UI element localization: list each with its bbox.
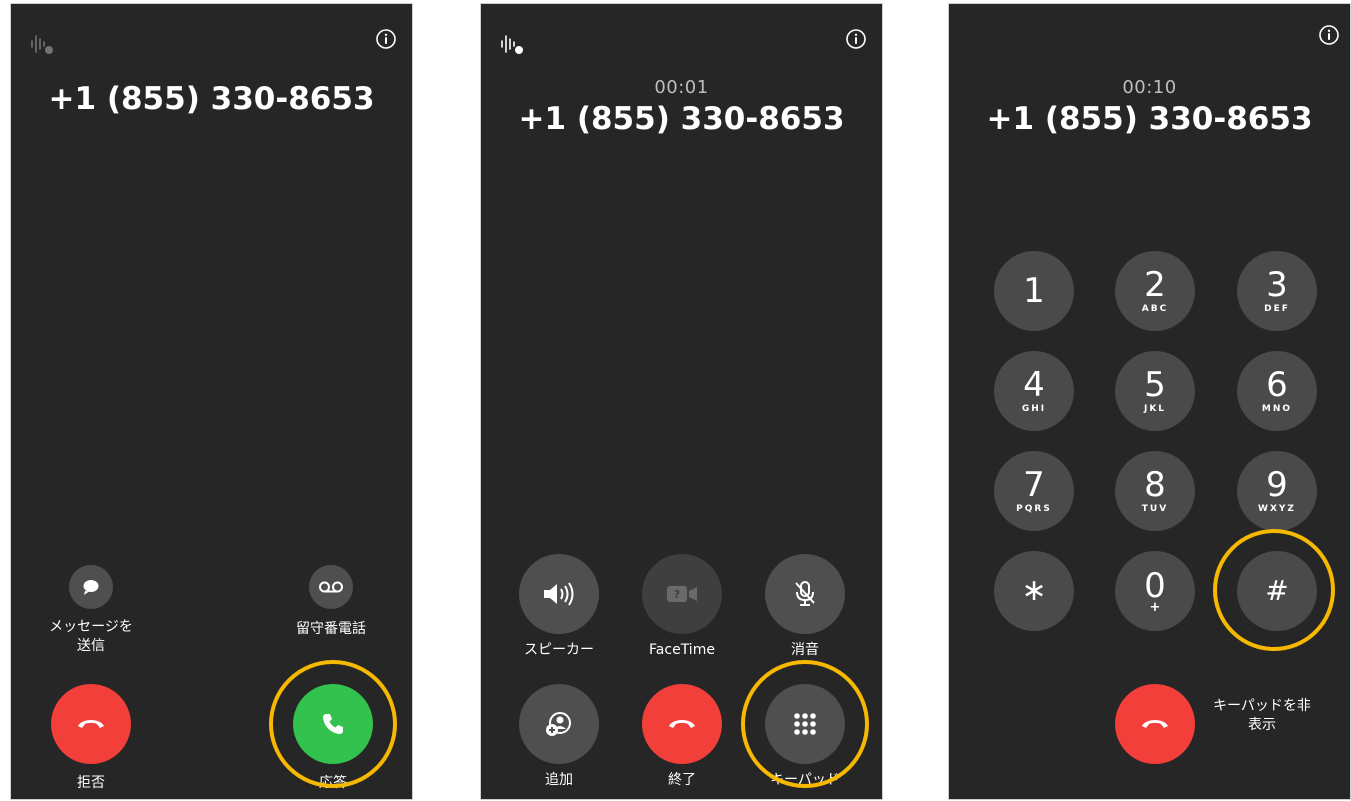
key-8[interactable]: 8 TUV: [1115, 451, 1195, 531]
mute-label: 消音: [791, 642, 819, 658]
accept-label: 応答: [319, 775, 347, 791]
decline-button[interactable]: [51, 684, 131, 764]
key-digit: 9: [1266, 465, 1288, 505]
key-4[interactable]: 4 GHI: [994, 351, 1074, 431]
key-0[interactable]: 0 +: [1115, 551, 1195, 631]
call-timer: 00:10: [1122, 77, 1177, 98]
hide-keypad-button[interactable]: キーパッドを非 表示: [1202, 697, 1322, 735]
keypad-grid-icon: [794, 713, 816, 735]
voicemail-icon: [319, 581, 343, 593]
key-9[interactable]: 9 WXYZ: [1237, 451, 1317, 531]
keypad-button[interactable]: [765, 684, 845, 764]
key-digit: 4: [1023, 365, 1045, 405]
speaker-icon: [544, 582, 574, 606]
add-call-button[interactable]: [519, 684, 599, 764]
info-icon[interactable]: [845, 28, 867, 50]
audio-wave-icon: [31, 35, 53, 54]
add-contact-icon: [546, 712, 571, 736]
info-icon[interactable]: [375, 28, 397, 50]
send-message-button[interactable]: [69, 565, 113, 609]
phone-icon: [323, 714, 343, 734]
key-digit: 1: [1023, 271, 1045, 311]
mute-button[interactable]: [765, 554, 845, 634]
end-call-label: 終了: [668, 772, 696, 788]
key-letters: MNO: [1261, 404, 1293, 414]
add-call-label: 追加: [545, 772, 573, 788]
hang-up-icon: [669, 720, 695, 728]
caller-number: +1 (855) 330-8653: [48, 81, 375, 117]
key-digit: 0: [1144, 566, 1166, 606]
message-bubble-icon: [83, 580, 99, 595]
key-letters: ABC: [1141, 304, 1169, 314]
key-digit: ∗: [1021, 573, 1047, 608]
key-letters: TUV: [1141, 504, 1169, 514]
keypad-label: キーパッド: [770, 772, 840, 788]
speaker-button[interactable]: [519, 554, 599, 634]
key-letters: WXYZ: [1258, 504, 1296, 514]
facetime-button[interactable]: ?: [642, 554, 722, 634]
key-digit: 6: [1266, 365, 1288, 405]
facetime-camera-icon: ?: [667, 586, 697, 602]
caller-number: +1 (855) 330-8653: [986, 101, 1313, 137]
keypad-screen: 00:10 +1 (855) 330-8653 1 2 ABC 3 DEF 4 …: [948, 3, 1351, 800]
key-digit: 3: [1266, 265, 1288, 305]
info-icon[interactable]: [1318, 24, 1340, 46]
key-5[interactable]: 5 JKL: [1115, 351, 1195, 431]
key-digit: 7: [1023, 465, 1045, 505]
key-6[interactable]: 6 MNO: [1237, 351, 1317, 431]
key-7[interactable]: 7 PQRS: [994, 451, 1074, 531]
hang-up-icon: [1142, 720, 1168, 728]
end-call-button[interactable]: [642, 684, 722, 764]
send-message-label: メッセージを 送信: [49, 619, 133, 654]
audio-wave-icon: [501, 35, 523, 54]
key-2[interactable]: 2 ABC: [1115, 251, 1195, 331]
call-timer: 00:01: [654, 77, 709, 98]
key-digit: 5: [1144, 365, 1166, 405]
in-call-screen: 00:01 +1 (855) 330-8653 スピーカー ? FaceTime…: [480, 3, 883, 800]
key-3[interactable]: 3 DEF: [1237, 251, 1317, 331]
key-digit: 8: [1144, 465, 1166, 505]
key-letters: JKL: [1143, 404, 1167, 414]
caller-number: +1 (855) 330-8653: [518, 101, 845, 137]
facetime-label: FaceTime: [649, 642, 715, 658]
key-hash[interactable]: #: [1237, 551, 1317, 631]
mic-muted-icon: [795, 581, 815, 606]
decline-label: 拒否: [77, 775, 105, 791]
voicemail-label: 留守番電話: [296, 621, 366, 637]
key-letters: GHI: [1021, 404, 1047, 414]
key-star[interactable]: ∗: [994, 551, 1074, 631]
hang-up-icon: [78, 720, 104, 728]
key-digit: #: [1265, 574, 1289, 607]
speaker-label: スピーカー: [524, 642, 594, 658]
key-letters: PQRS: [1016, 504, 1052, 514]
key-1[interactable]: 1: [994, 251, 1074, 331]
incoming-call-screen: +1 (855) 330-8653 メッセージを 送信 留守番電話 拒否 応答: [10, 3, 413, 800]
svg-text:?: ?: [674, 588, 680, 601]
key-letters: DEF: [1264, 304, 1290, 314]
accept-button[interactable]: [293, 684, 373, 764]
key-digit: 2: [1144, 265, 1166, 305]
voicemail-button[interactable]: [309, 565, 353, 609]
key-letters: +: [1149, 600, 1161, 615]
end-call-button[interactable]: [1115, 684, 1195, 764]
